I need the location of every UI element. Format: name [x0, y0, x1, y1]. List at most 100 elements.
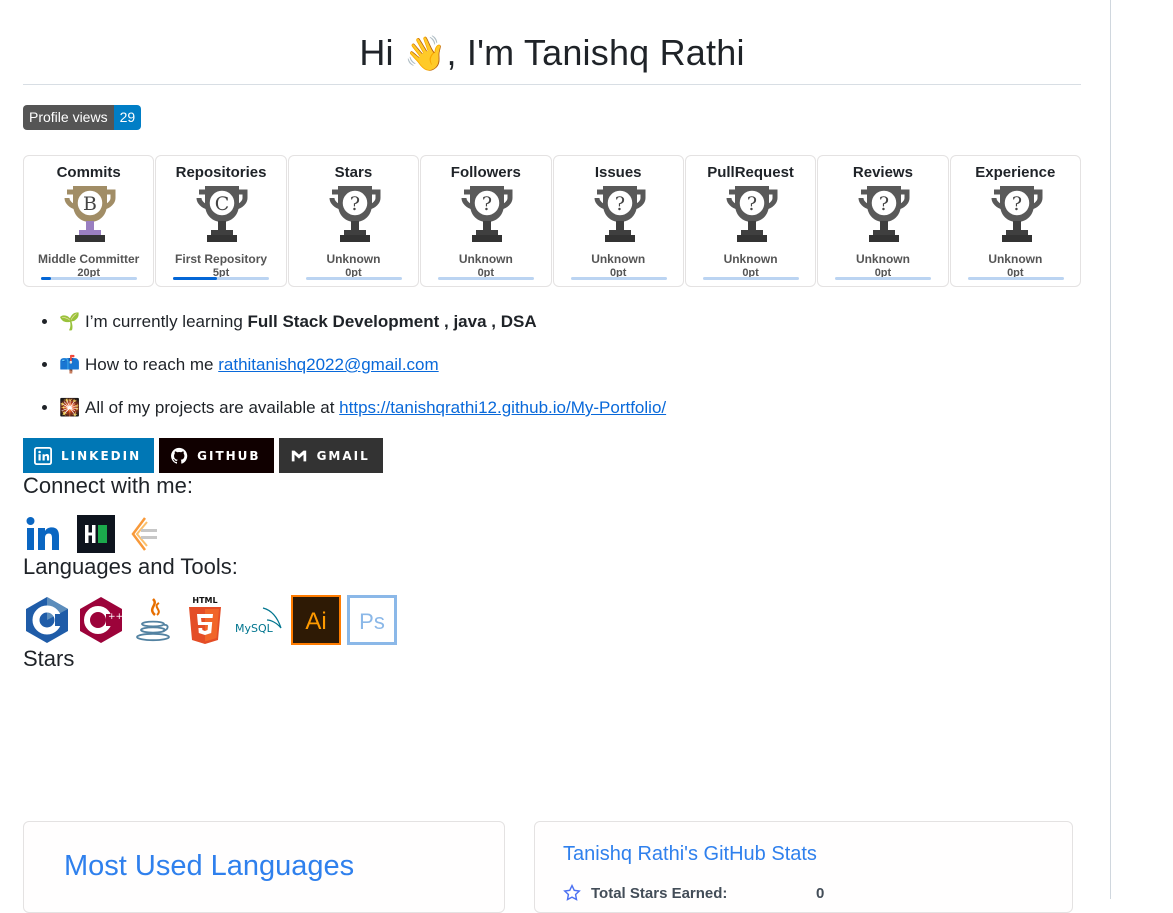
- trophy-rank-label: Unknown: [855, 252, 910, 266]
- portfolio-link[interactable]: https://tanishqrathi12.github.io/My-Port…: [339, 398, 666, 417]
- trophy-icon: B: [64, 186, 116, 242]
- list-item: 🌱I’m currently learning Full Stack Devel…: [59, 311, 1081, 333]
- trophy-icon: ?: [461, 186, 513, 242]
- trophy-progress-bar: [173, 277, 270, 280]
- trophy-card[interactable]: Stars? Unknown 0pt: [287, 155, 420, 287]
- projects-text: All of my projects are available at: [85, 398, 340, 417]
- trophy-rank-label: Middle Committer: [38, 252, 140, 266]
- codesignal-icon[interactable]: [125, 514, 165, 554]
- trophy-card[interactable]: Reviews? Unknown 0pt: [817, 155, 949, 287]
- trophy-title: Repositories: [175, 164, 267, 181]
- java-icon[interactable]: [131, 595, 177, 645]
- linkedin-button-label: LINKEDIN: [61, 448, 142, 463]
- total-stars-row: Total Stars Earned: 0: [563, 884, 824, 902]
- trophy-title: Stars: [334, 164, 373, 181]
- gmail-button-label: GMAIL: [316, 448, 370, 463]
- github-icon: [171, 447, 188, 464]
- reach-text: How to reach me: [85, 355, 219, 374]
- trophy-progress-bar: [41, 277, 137, 280]
- github-button[interactable]: GITHUB: [159, 438, 274, 473]
- trophy-card[interactable]: Repositories C First Repository 5pt: [155, 155, 287, 287]
- social-buttons: LINKEDIN GITHUB GMAIL: [23, 438, 1081, 473]
- svg-text:Ai: Ai: [305, 608, 326, 635]
- svg-text:Ps: Ps: [359, 609, 385, 634]
- trophy-progress-fill: [41, 277, 51, 280]
- photoshop-icon[interactable]: Ps: [347, 595, 397, 645]
- linkedin-icon[interactable]: [23, 514, 67, 554]
- page-title: Hi 👋, I'm Tanishq Rathi: [23, 0, 1081, 85]
- trophy-icon: ?: [329, 186, 381, 242]
- trophy-rank: ?: [879, 193, 889, 215]
- trophy-card[interactable]: Issues? Unknown 0pt: [552, 155, 684, 287]
- trophy-progress-bar: [835, 277, 932, 280]
- mysql-label: MySQL: [235, 622, 274, 635]
- learning-text: I’m currently learning: [85, 312, 248, 331]
- trophy-rank-label: Unknown: [591, 252, 646, 266]
- trophy-card[interactable]: PullRequest? Unknown 0pt: [684, 155, 817, 287]
- tools-icons: ++ HTML MySQL Ai Ps: [23, 594, 1081, 646]
- github-stats-card: Tanishq Rathi's GitHub Stats Total Stars…: [534, 821, 1073, 913]
- trophy-rank-label: First Repository: [175, 252, 268, 266]
- trophy-card[interactable]: Experience? Unknown 0pt: [949, 155, 1081, 287]
- trophy-progress-bar: [702, 277, 799, 280]
- trophy-icon: ?: [594, 186, 645, 242]
- trophy-rank: ?: [747, 193, 757, 215]
- scroll-divider: [1110, 0, 1111, 899]
- seedling-icon: 🌱: [59, 312, 81, 331]
- trophy-rank: B: [83, 193, 97, 215]
- trophy-icon: ?: [991, 186, 1043, 242]
- connect-icons: [23, 514, 1081, 554]
- learning-topics: Full Stack Development , java , DSA: [247, 312, 537, 331]
- readme-content: Hi 👋, I'm Tanishq Rathi Profile views 29…: [23, 0, 1081, 913]
- illustrator-icon[interactable]: Ai: [291, 595, 341, 645]
- linkedin-icon: [34, 446, 52, 465]
- profile-views-badge[interactable]: Profile views 29: [23, 105, 142, 130]
- trophy-progress-fill: [173, 277, 217, 280]
- gmail-button[interactable]: GMAIL: [278, 438, 383, 473]
- github-button-label: GITHUB: [197, 448, 261, 463]
- trophy-progress-bar: [305, 277, 402, 280]
- trophy-card[interactable]: Commits B Middle Committer 20pt: [23, 155, 155, 287]
- trophy-rank: ?: [614, 193, 624, 215]
- trophy-title: Experience: [975, 164, 1056, 181]
- title-greeting: Hi: [359, 32, 394, 73]
- info-list: 🌱I’m currently learning Full Stack Devel…: [23, 311, 1081, 419]
- cplusplus-icon[interactable]: ++: [77, 595, 125, 645]
- trophy-rank-label: Unknown: [723, 252, 778, 266]
- trophy-rank: ?: [350, 193, 360, 215]
- trophy-title: Reviews: [852, 164, 913, 181]
- mailbox-icon: 📫: [59, 355, 81, 374]
- trophy-rank-label: Unknown: [458, 252, 513, 266]
- sparkler-icon: 🎇: [59, 398, 81, 417]
- connect-heading: Connect with me:: [23, 473, 193, 498]
- list-item: 🎇All of my projects are available at htt…: [59, 397, 1081, 419]
- trophy-icon: C: [196, 186, 248, 242]
- tools-heading: Languages and Tools:: [23, 554, 238, 579]
- title-name: , I'm Tanishq Rathi: [446, 32, 745, 73]
- html5-icon[interactable]: HTML: [183, 594, 227, 646]
- star-icon: [563, 884, 581, 901]
- svg-text:++: ++: [108, 612, 123, 622]
- most-used-languages-card: Most Used Languages: [23, 821, 505, 913]
- list-item: 📫How to reach me rathitanishq2022@gmail.…: [59, 354, 1081, 376]
- waving-hand-icon: 👋: [403, 35, 447, 73]
- trophy-title: Commits: [56, 164, 121, 181]
- c-icon[interactable]: [23, 595, 71, 645]
- email-link[interactable]: rathitanishq2022@gmail.com: [218, 355, 438, 374]
- html5-label: HTML: [192, 596, 217, 605]
- trophy-title: Followers: [450, 164, 521, 181]
- trophy-card[interactable]: Followers? Unknown 0pt: [420, 155, 552, 287]
- trophy-rank: ?: [1012, 193, 1022, 215]
- trophy-title: PullRequest: [707, 164, 794, 181]
- mysql-icon[interactable]: MySQL: [233, 598, 285, 642]
- trophy-rank-label: Unknown: [988, 252, 1043, 266]
- linkedin-button[interactable]: LINKEDIN: [23, 438, 155, 473]
- profile-views-count: 29: [113, 105, 142, 130]
- hackerrank-icon[interactable]: [77, 515, 115, 553]
- trophy-rank: ?: [482, 193, 492, 215]
- stars-heading: Stars: [23, 646, 75, 671]
- gmail-icon: [291, 450, 306, 461]
- languages-card-title: Most Used Languages: [64, 850, 355, 882]
- trophy-icon: ?: [858, 186, 910, 242]
- trophy-rank-label: Unknown: [326, 252, 381, 266]
